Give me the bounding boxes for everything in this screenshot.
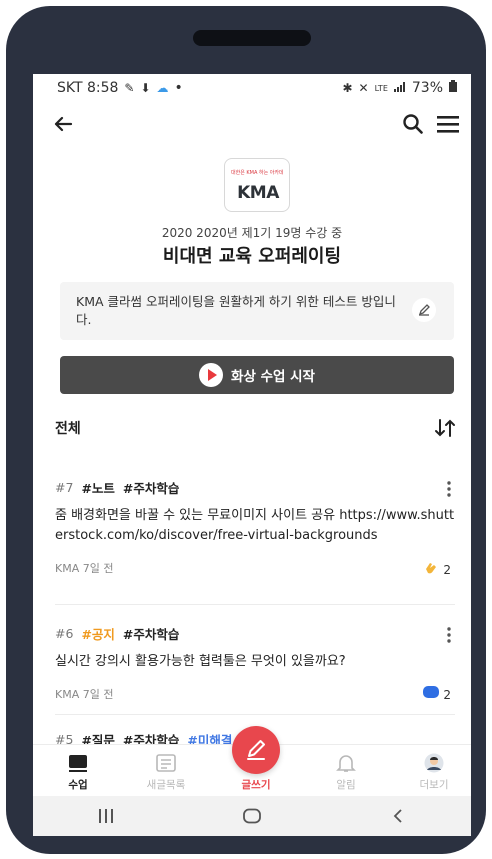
start-video-class-button[interactable]: 화상 수업 시작 xyxy=(60,356,454,394)
download-notification-icon: ⬇ xyxy=(140,81,151,95)
divider xyxy=(55,714,455,715)
start-video-class-label: 화상 수업 시작 xyxy=(231,369,315,385)
write-post-button[interactable] xyxy=(232,726,280,774)
course-description-box: KMA 클라썸 오퍼레이팅을 원활하게 하기 위한 테스트 방입니다. xyxy=(60,282,454,340)
nav-item-more[interactable]: 더보기 xyxy=(399,753,469,792)
comment-icon xyxy=(423,686,440,703)
logo-tagline: 대한은 KMA 하는 아카데미 xyxy=(231,170,283,176)
bluetooth-icon: ✱ xyxy=(342,81,353,95)
mute-icon: ✕ xyxy=(358,81,369,95)
clap-icon xyxy=(423,560,439,579)
hamburger-icon[interactable] xyxy=(435,112,461,136)
list-heading: 전체 xyxy=(55,421,81,437)
signal-icon xyxy=(393,80,406,96)
post-footer: KMA 7일 전 2 xyxy=(55,686,455,704)
more-options-icon[interactable] xyxy=(443,480,455,498)
status-bar: SKT 8:58 ✎ ⬇ ☁ • ✱ ✕ LTE 73% xyxy=(33,74,471,102)
nav-label: 새글목록 xyxy=(146,779,186,791)
cloud-icon: ☁ xyxy=(156,81,169,95)
system-navigation-bar xyxy=(33,796,471,836)
reaction[interactable]: 2 xyxy=(423,686,451,703)
post-author-time: KMA 7일 전 xyxy=(55,688,114,701)
post-tag[interactable]: #공지 xyxy=(81,624,114,643)
search-icon[interactable] xyxy=(401,112,425,136)
arrow-left-icon[interactable] xyxy=(51,112,75,136)
status-right: ✱ ✕ LTE 73% xyxy=(342,80,457,96)
status-dot: • xyxy=(174,80,183,96)
course-meta: 2020 2020년 제1기 19명 수강 중 xyxy=(161,226,343,240)
class-icon xyxy=(68,753,88,773)
post-tags: #6 #공지 #주차학습 xyxy=(55,624,455,642)
post-tag[interactable]: #주차학습 xyxy=(123,624,179,643)
avatar-icon xyxy=(424,753,444,773)
course-title: 비대면 교육 오퍼레이팅 xyxy=(162,246,342,267)
divider xyxy=(55,604,455,605)
play-icon xyxy=(199,363,224,387)
phone-speaker xyxy=(193,30,311,46)
nav-item-class[interactable]: 수업 xyxy=(43,753,113,792)
post-body: 실시간 강의시 활용가능한 협력툴은 무엇이 있을까요? xyxy=(55,654,346,669)
post-tags: #7 #노트 #주차학습 xyxy=(55,478,455,496)
nav-item-notifications[interactable]: 알림 xyxy=(311,753,381,792)
post-body: 줌 배경화면을 바꿀 수 있는 무료이미지 사이트 공유 https://www… xyxy=(55,508,455,543)
pencil-icon xyxy=(232,740,280,778)
post-item[interactable]: #6 #공지 #주차학습 실시간 강의시 활용가능한 협력툴은 무엇이 있을까요… xyxy=(55,624,455,704)
sort-icon[interactable] xyxy=(433,417,457,439)
reaction-count: 2 xyxy=(443,687,451,702)
logo-text: KMA xyxy=(237,183,279,203)
app-bar xyxy=(33,106,471,142)
carrier-time: SKT 8:58 xyxy=(57,80,119,96)
post-footer: KMA 7일 전 2 xyxy=(55,560,455,578)
nav-label: 더보기 xyxy=(419,779,449,791)
post-tag[interactable]: #노트 xyxy=(81,478,114,497)
pencil-edit-icon xyxy=(412,304,436,326)
nav-label: 글쓰기 xyxy=(241,779,271,791)
post-item[interactable]: #7 #노트 #주차학습 줌 배경화면을 바꿀 수 있는 무료이미지 사이트 공… xyxy=(55,478,455,578)
post-tag[interactable]: #주차학습 xyxy=(123,478,179,497)
status-left: SKT 8:58 ✎ ⬇ ☁ • xyxy=(57,80,183,96)
post-number: #6 xyxy=(55,625,74,641)
nav-label: 수업 xyxy=(68,779,88,791)
new-posts-icon xyxy=(156,753,176,773)
reaction-count: 2 xyxy=(443,562,451,577)
reaction[interactable]: 2 xyxy=(423,560,451,579)
home-button[interactable] xyxy=(237,801,267,831)
course-logo: 대한은 KMA 하는 아카데미 KMA xyxy=(224,158,290,212)
system-back-button[interactable] xyxy=(383,801,413,831)
phone-frame: SKT 8:58 ✎ ⬇ ☁ • ✱ ✕ LTE 73% 대한은 KMA 하는 … xyxy=(6,6,486,854)
app-screen: SKT 8:58 ✎ ⬇ ☁ • ✱ ✕ LTE 73% 대한은 KMA 하는 … xyxy=(33,74,471,836)
post-author-time: KMA 7일 전 xyxy=(55,562,114,575)
edit-description-button[interactable] xyxy=(412,298,436,322)
network-type: LTE xyxy=(374,83,388,93)
nav-item-new-posts[interactable]: 새글목록 xyxy=(131,753,201,792)
edit-notification-icon: ✎ xyxy=(124,81,135,95)
course-description: KMA 클라썸 오퍼레이팅을 원활하게 하기 위한 테스트 방입니다. xyxy=(76,294,396,327)
more-options-icon[interactable] xyxy=(443,626,455,644)
battery-percent: 73% xyxy=(411,80,443,96)
bell-icon xyxy=(336,753,356,773)
nav-label: 알림 xyxy=(336,779,356,791)
recent-apps-button[interactable] xyxy=(91,801,121,831)
battery-icon xyxy=(449,80,457,96)
post-number: #7 xyxy=(55,479,74,495)
